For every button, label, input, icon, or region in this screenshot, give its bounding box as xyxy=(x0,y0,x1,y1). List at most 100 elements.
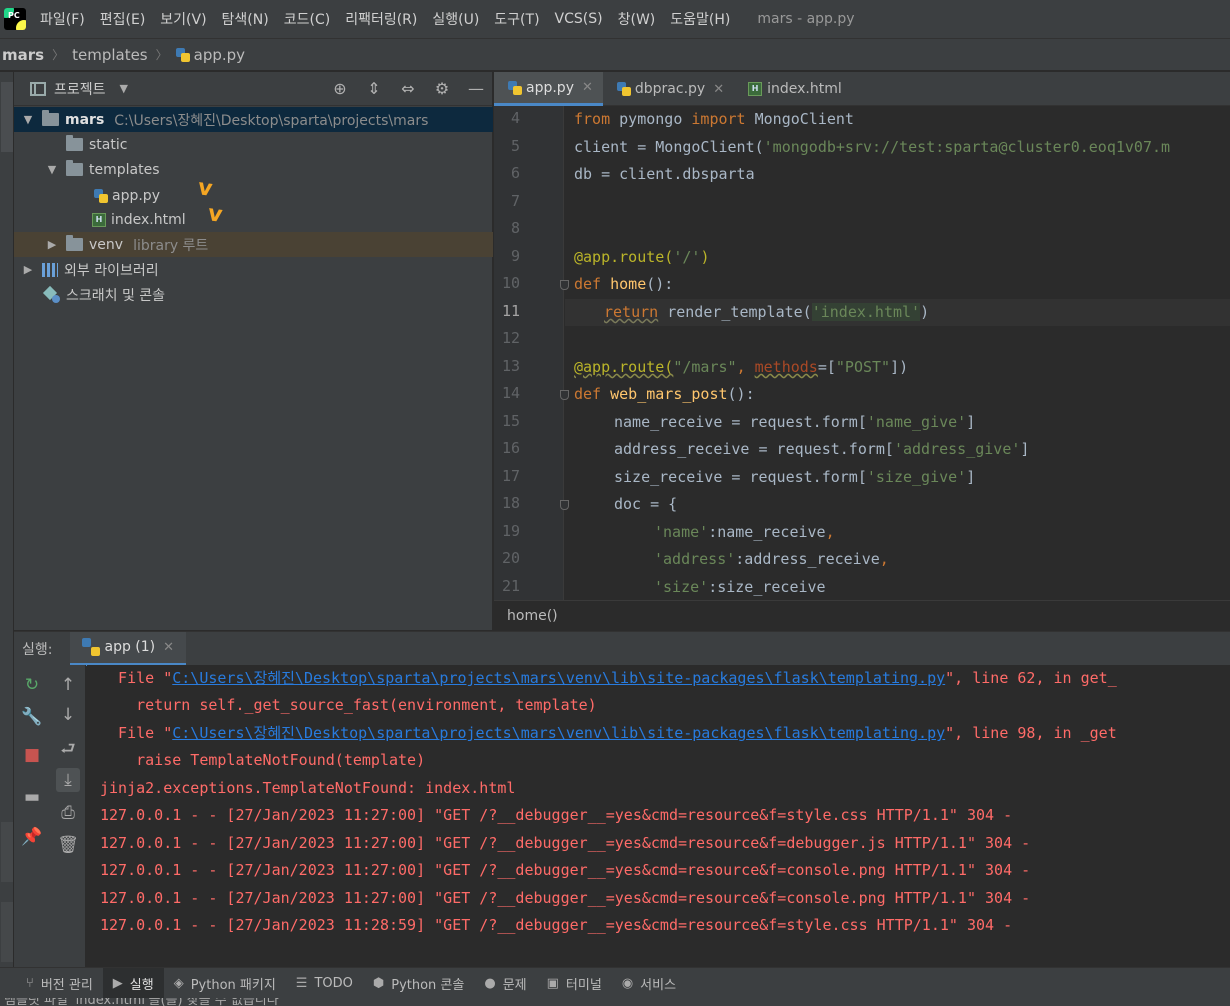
tree-item-app-py[interactable]: app.py xyxy=(14,183,493,208)
stop-icon[interactable]: ■ xyxy=(20,743,44,767)
chevron-right-icon: 〉 xyxy=(52,48,65,62)
fold-marker-icon[interactable] xyxy=(560,390,569,400)
close-icon[interactable]: ✕ xyxy=(163,640,174,655)
fold-marker-icon[interactable] xyxy=(560,500,569,510)
tool-label: 버전 관리 xyxy=(40,977,93,993)
code-line: from pymongo import MongoClient xyxy=(574,106,854,133)
scroll-to-end-icon[interactable]: ⤓ xyxy=(56,768,80,792)
console-text: File " xyxy=(100,669,173,687)
tool-run[interactable]: ▶ 실행 xyxy=(102,967,164,999)
tool-python-packages[interactable]: ◈ Python 패키지 xyxy=(164,968,286,999)
line-number: 13 xyxy=(501,357,520,375)
bookmarks-tool-window-button[interactable] xyxy=(1,902,13,962)
chevron-down-icon[interactable]: ▼ xyxy=(22,113,34,126)
menu-refactor[interactable]: 리팩터링(R) xyxy=(345,9,417,29)
project-tool-window-button[interactable] xyxy=(1,82,13,152)
tree-item-index-html[interactable]: H index.html xyxy=(14,207,493,232)
tool-todo[interactable]: ☰ TODO xyxy=(286,968,363,999)
tree-item-mars[interactable]: ▼ mars C:\Users\장혜진\Desktop\sparta\proje… xyxy=(14,107,493,132)
chevron-down-icon[interactable]: ▼ xyxy=(120,82,128,95)
chevron-right-icon[interactable]: ▶ xyxy=(46,238,58,251)
html-file-icon: H xyxy=(748,82,763,96)
soft-wrap-icon[interactable]: ⮐ xyxy=(56,737,80,761)
fold-marker-icon[interactable] xyxy=(560,280,569,290)
menu-vcs[interactable]: VCS(S) xyxy=(555,11,603,27)
code-token: web_mars_post xyxy=(601,385,728,403)
tree-item-scratches[interactable]: 스크래치 및 콘솔 xyxy=(14,282,493,307)
breadcrumb-folder[interactable]: templates xyxy=(72,46,148,64)
hide-panel-icon[interactable]: — xyxy=(466,80,486,98)
collapse-all-icon[interactable]: ⇔ xyxy=(398,80,418,98)
locate-file-icon[interactable]: ⊕ xyxy=(330,80,350,98)
menu-file[interactable]: 파일(F) xyxy=(40,9,85,29)
tool-python-console[interactable]: ⬢ Python 콘솔 xyxy=(363,968,474,999)
close-icon[interactable]: ✕ xyxy=(582,80,593,95)
wrench-icon[interactable]: 🔧 xyxy=(20,705,44,729)
tab-index-html[interactable]: H index.html xyxy=(734,72,852,106)
close-icon[interactable]: ✕ xyxy=(713,82,724,97)
warning-icon: ● xyxy=(484,975,496,991)
tab-dbprac-py[interactable]: dbprac.py ✕ xyxy=(603,72,734,106)
layout-icon[interactable]: ▬ xyxy=(20,785,44,809)
chevron-right-icon[interactable]: ▶ xyxy=(22,263,34,276)
menu-tools[interactable]: 도구(T) xyxy=(494,9,539,29)
run-tab-app[interactable]: app (1) ✕ xyxy=(70,631,187,666)
code-token: , xyxy=(879,550,889,568)
line-number: 4 xyxy=(510,109,520,127)
breadcrumb-project[interactable]: mars xyxy=(2,46,44,64)
code-editor[interactable]: 4 5 6 7 8 9 10 11 12 13 14 15 16 17 18 1… xyxy=(494,106,1230,600)
library-icon xyxy=(42,262,58,277)
menu-navigate[interactable]: 탐색(N) xyxy=(222,9,269,29)
python-file-icon xyxy=(508,80,522,95)
code-token: 'name' xyxy=(654,523,709,541)
code-token: , xyxy=(825,523,835,541)
menu-help[interactable]: 도움말(H) xyxy=(670,9,730,29)
editor-function-breadcrumb[interactable]: home() xyxy=(494,600,1230,631)
tool-services[interactable]: ◉ 서비스 xyxy=(612,968,686,999)
line-number: 16 xyxy=(501,439,520,457)
run-tab-label: app (1) xyxy=(104,639,156,655)
menu-run[interactable]: 실행(U) xyxy=(432,9,479,29)
tool-terminal[interactable]: ▣ 터미널 xyxy=(537,968,612,999)
menu-view[interactable]: 보기(V) xyxy=(160,9,206,29)
tree-item-static[interactable]: static xyxy=(14,132,493,157)
menu-edit[interactable]: 편집(E) xyxy=(100,9,146,29)
line-number: 17 xyxy=(501,467,520,485)
console-output[interactable]: File "C:\Users\장혜진\Desktop\sparta\projec… xyxy=(87,665,1230,967)
left-tool-stripe xyxy=(0,72,14,968)
tree-item-venv[interactable]: ▶ venv library 루트 xyxy=(14,232,493,257)
arrow-down-icon[interactable]: ↓ xyxy=(56,703,80,727)
pycharm-logo-icon[interactable]: PC xyxy=(4,8,26,30)
tool-version-control[interactable]: ⑂ 버전 관리 xyxy=(0,968,103,999)
console-file-link[interactable]: C:\Users\장혜진\Desktop\sparta\projects\mar… xyxy=(172,724,945,742)
code-token: :address_receive xyxy=(735,550,880,568)
line-number: 21 xyxy=(501,577,520,595)
menu-window[interactable]: 창(W) xyxy=(618,9,656,29)
tree-item-templates[interactable]: ▼ templates xyxy=(14,157,493,182)
code-token: def xyxy=(574,275,602,293)
print-icon[interactable]: ⎙ xyxy=(56,801,80,825)
project-panel-title[interactable]: 프로젝트 xyxy=(54,79,106,99)
menu-code[interactable]: 코드(C) xyxy=(284,9,330,29)
code-token: 'name_give' xyxy=(866,413,967,431)
tree-item-external-libraries[interactable]: ▶ 외부 라이브러리 xyxy=(14,257,493,282)
tree-item-label: venv xyxy=(89,236,124,253)
chevron-down-icon[interactable]: ▼ xyxy=(46,163,58,176)
code-token: render_template( xyxy=(658,303,812,321)
console-text: File " xyxy=(100,724,173,742)
branch-icon: ⑂ xyxy=(26,975,34,991)
rerun-icon[interactable]: ↻ xyxy=(20,673,44,697)
trash-icon[interactable]: 🗑 xyxy=(56,833,80,857)
tool-problems[interactable]: ● 문제 xyxy=(474,968,536,999)
terminal-icon: ▣ xyxy=(546,975,559,991)
console-file-link[interactable]: C:\Users\장혜진\Desktop\sparta\projects\mar… xyxy=(172,669,945,687)
breadcrumb-file[interactable]: app.py xyxy=(194,46,245,64)
code-line: @app.route("/mars", methods=["POST"]) xyxy=(574,354,908,381)
structure-tool-window-button[interactable] xyxy=(1,822,13,882)
tab-app-py[interactable]: app.py ✕ xyxy=(494,72,603,106)
gear-icon[interactable]: ⚙ xyxy=(432,80,452,98)
arrow-up-icon[interactable]: ↑ xyxy=(56,673,80,697)
code-token: @app.route( xyxy=(574,358,674,376)
expand-all-icon[interactable]: ⇕ xyxy=(364,80,384,98)
pin-icon[interactable]: 📌 xyxy=(20,825,44,849)
